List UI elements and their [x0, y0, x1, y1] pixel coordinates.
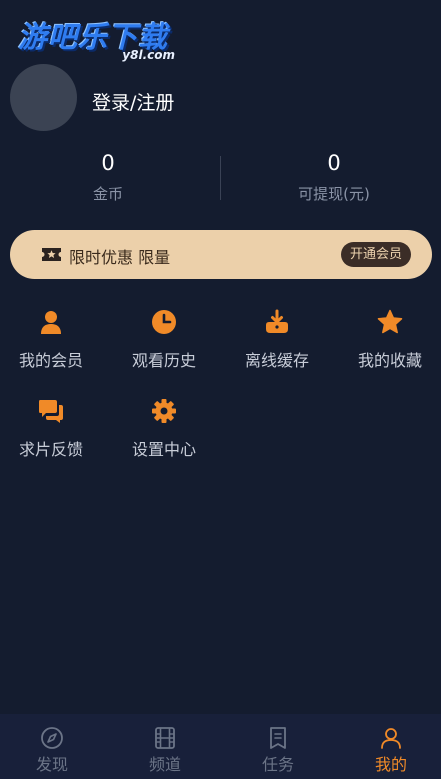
withdrawable-label: 可提现(元) — [298, 185, 370, 203]
tab-channels[interactable]: 频道 — [115, 726, 215, 775]
menu-my-membership[interactable]: 我的会员 — [0, 309, 106, 371]
menu-label: 求片反馈 — [18, 440, 83, 459]
menu-offline-cache[interactable]: 离线缓存 — [222, 309, 332, 371]
gear-icon — [152, 399, 176, 423]
stats-divider — [220, 156, 221, 200]
tab-discover[interactable]: 发现 — [2, 726, 102, 775]
person-icon — [381, 728, 401, 749]
clock-icon — [152, 310, 176, 334]
menu-label: 我的会员 — [18, 351, 83, 370]
menu-label: 设置中心 — [131, 440, 196, 459]
tab-label: 任务 — [261, 755, 294, 774]
menu-settings[interactable]: 设置中心 — [109, 398, 219, 460]
film-icon — [155, 727, 175, 749]
ticket-icon — [42, 248, 61, 261]
download-icon — [266, 309, 288, 333]
tab-label: 我的 — [374, 755, 407, 774]
feedback-icon — [39, 400, 63, 423]
menu-label: 观看历史 — [131, 351, 196, 370]
coins-label: 金币 — [92, 185, 123, 203]
menu-label: 我的收藏 — [357, 351, 422, 370]
user-icon — [41, 311, 61, 334]
avatar[interactable] — [10, 64, 77, 131]
login-register-link[interactable]: 登录/注册 — [92, 88, 174, 115]
menu-request-feedback[interactable]: 求片反馈 — [0, 398, 106, 460]
tab-mine[interactable]: 我的 — [341, 726, 441, 775]
vip-promo-banner[interactable]: 限时优惠 限量 开通会员 — [10, 230, 432, 279]
withdrawable-stat[interactable]: 0 可提现(元) — [254, 150, 414, 204]
menu-my-favorites[interactable]: 我的收藏 — [335, 309, 441, 371]
menu-watch-history[interactable]: 观看历史 — [109, 309, 219, 371]
menu-label: 离线缓存 — [244, 351, 309, 370]
logo-domain: y8l.com — [122, 48, 175, 62]
compass-icon — [41, 727, 63, 749]
task-icon — [270, 727, 286, 749]
bottom-tab-bar: 发现 频道 任务 我的 — [0, 714, 441, 779]
tab-tasks[interactable]: 任务 — [228, 726, 328, 775]
star-icon — [377, 309, 403, 334]
tab-label: 发现 — [35, 755, 68, 774]
tab-label: 频道 — [148, 755, 181, 774]
withdrawable-value: 0 — [327, 151, 341, 175]
open-vip-button[interactable]: 开通会员 — [340, 242, 411, 267]
app-logo: 游吧乐下载 y8l.com — [14, 14, 189, 66]
coins-stat[interactable]: 0 金币 — [28, 150, 188, 204]
vip-promo-text: 限时优惠 限量 — [69, 248, 171, 267]
coins-value: 0 — [101, 151, 115, 175]
